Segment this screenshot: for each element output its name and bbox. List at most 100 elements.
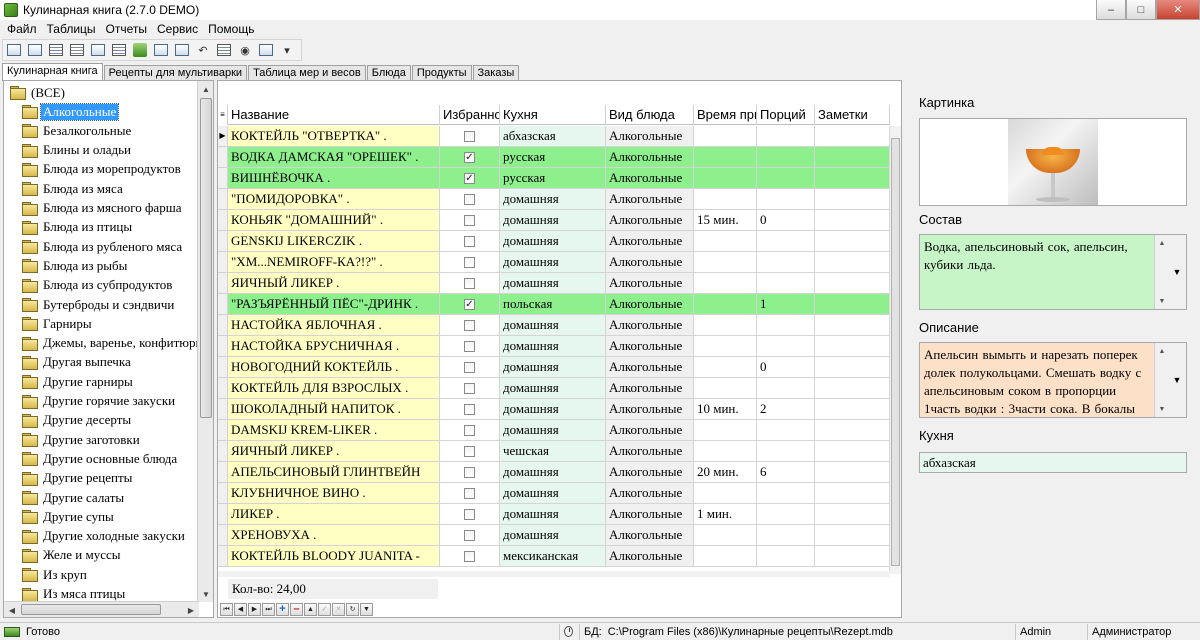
menu-service[interactable]: Сервис: [152, 22, 203, 36]
table-row[interactable]: "ПОМИДОРОВКА" . домашняя Алкогольные: [218, 189, 890, 210]
cell-portions[interactable]: [757, 546, 815, 566]
cell-time[interactable]: [694, 378, 757, 398]
favorite-checkbox[interactable]: [464, 424, 475, 436]
cell-favorite[interactable]: [440, 483, 500, 503]
favorite-checkbox[interactable]: [464, 487, 475, 499]
cell-time[interactable]: 1 мин.: [694, 504, 757, 524]
favorite-checkbox[interactable]: [464, 382, 475, 394]
cell-kitchen[interactable]: домашняя: [500, 357, 606, 377]
cell-favorite[interactable]: [440, 126, 500, 146]
scroll-down-icon[interactable]: ▼: [1155, 403, 1169, 415]
cell-dish-type[interactable]: Алкогольные: [606, 399, 694, 419]
cell-dish-type[interactable]: Алкогольные: [606, 273, 694, 293]
favorite-checkbox[interactable]: [464, 214, 475, 226]
cell-name[interactable]: АПЕЛЬСИНОВЫЙ ГЛИНТВЕЙН: [228, 462, 440, 482]
cell-favorite[interactable]: [440, 315, 500, 335]
favorite-checkbox[interactable]: [464, 193, 475, 205]
cell-dish-type[interactable]: Алкогольные: [606, 546, 694, 566]
favorite-checkbox[interactable]: [464, 550, 475, 562]
cell-portions[interactable]: [757, 420, 815, 440]
cell-portions[interactable]: 6: [757, 462, 815, 482]
cell-time[interactable]: [694, 231, 757, 251]
cell-portions[interactable]: [757, 126, 815, 146]
cell-notes[interactable]: [815, 399, 890, 419]
cell-notes[interactable]: [815, 147, 890, 167]
cell-name[interactable]: НАСТОЙКА ЯБЛОЧНАЯ .: [228, 315, 440, 335]
cell-portions[interactable]: [757, 273, 815, 293]
tree-item[interactable]: Блюда из птицы: [22, 218, 134, 237]
cell-time[interactable]: [694, 273, 757, 293]
cell-name[interactable]: НОВОГОДНИЙ КОКТЕЙЛЬ .: [228, 357, 440, 377]
tree-item[interactable]: Другие салаты: [22, 488, 126, 507]
cell-kitchen[interactable]: домашняя: [500, 336, 606, 356]
cell-kitchen[interactable]: домашняя: [500, 420, 606, 440]
cell-dish-type[interactable]: Алкогольные: [606, 231, 694, 251]
tree-item[interactable]: Блюда из субпродуктов: [22, 276, 174, 295]
favorite-checkbox[interactable]: ✓: [464, 172, 475, 184]
tree-item[interactable]: Джемы, варенье, конфитюры: [22, 334, 206, 353]
tree-item[interactable]: Другие рецепты: [22, 469, 134, 488]
cell-portions[interactable]: [757, 441, 815, 461]
column-header-time[interactable]: Время приготовления: [694, 105, 757, 125]
cell-name[interactable]: ХРЕНОВУХА .: [228, 525, 440, 545]
cell-time[interactable]: [694, 147, 757, 167]
cell-kitchen[interactable]: домашняя: [500, 399, 606, 419]
tree-item[interactable]: Желе и муссы: [22, 546, 122, 565]
cell-name[interactable]: ЯИЧНЫЙ ЛИКЕР .: [228, 273, 440, 293]
cell-portions[interactable]: [757, 378, 815, 398]
tree-item[interactable]: Другие десерты: [22, 411, 133, 430]
table-row[interactable]: ▶ КОКТЕЙЛЬ "ОТВЕРТКА" . абхазская Алкогольн…: [218, 126, 890, 147]
cell-kitchen[interactable]: домашняя: [500, 252, 606, 272]
cell-time[interactable]: 10 мин.: [694, 399, 757, 419]
cell-notes[interactable]: [815, 189, 890, 209]
cell-time[interactable]: [694, 420, 757, 440]
tree-item[interactable]: Из круп: [22, 565, 89, 584]
column-header-portions[interactable]: Порций: [757, 105, 815, 125]
cell-name[interactable]: КОКТЕЙЛЬ "ОТВЕРТКА" .: [228, 126, 440, 146]
cell-favorite[interactable]: ✓: [440, 168, 500, 188]
cell-notes[interactable]: [815, 441, 890, 461]
cell-name[interactable]: "ХМ...NEMIROFF-КА?!?" .: [228, 252, 440, 272]
favorite-checkbox[interactable]: [464, 256, 475, 268]
binoculars-icon[interactable]: ◉: [236, 41, 254, 59]
undo-icon[interactable]: ↶: [194, 41, 212, 59]
favorite-checkbox[interactable]: [464, 277, 475, 289]
cell-portions[interactable]: [757, 147, 815, 167]
tree-item[interactable]: Блюда из мясного фарша: [22, 199, 183, 218]
cell-notes[interactable]: [815, 126, 890, 146]
favorite-checkbox[interactable]: [464, 319, 475, 331]
tab-orders[interactable]: Заказы: [472, 65, 520, 81]
table-row[interactable]: КОКТЕЙЛЬ ДЛЯ ВЗРОСЛЫХ . домашняя Алкогольн…: [218, 378, 890, 399]
tree-horizontal-scrollbar[interactable]: ◀ ▶: [4, 601, 199, 617]
tree-item[interactable]: Блюда из рыбы: [22, 256, 129, 275]
cell-kitchen[interactable]: русская: [500, 147, 606, 167]
cell-kitchen[interactable]: домашняя: [500, 378, 606, 398]
cell-favorite[interactable]: [440, 420, 500, 440]
cell-name[interactable]: КОНЬЯК "ДОМАШНИЙ" .: [228, 210, 440, 230]
filter-icon[interactable]: ▼: [360, 603, 373, 616]
cell-dish-type[interactable]: Алкогольные: [606, 483, 694, 503]
cell-name[interactable]: КОКТЕЙЛЬ ДЛЯ ВЗРОСЛЫХ .: [228, 378, 440, 398]
composition-memo[interactable]: Водка, апельсиновый сок, апельсин, кубик…: [919, 234, 1187, 310]
cell-time[interactable]: [694, 483, 757, 503]
table-row[interactable]: НАСТОЙКА БРУСНИЧНАЯ . домашняя Алкогольные: [218, 336, 890, 357]
scroll-thumb[interactable]: [891, 138, 900, 566]
table-row[interactable]: ЯИЧНЫЙ ЛИКЕР . домашняя Алкогольные: [218, 273, 890, 294]
scroll-up-icon[interactable]: ▲: [1155, 237, 1169, 249]
cell-dish-type[interactable]: Алкогольные: [606, 126, 694, 146]
post-record-icon[interactable]: ✓: [318, 603, 331, 616]
cell-time[interactable]: [694, 441, 757, 461]
cell-favorite[interactable]: [440, 231, 500, 251]
cell-dish-type[interactable]: Алкогольные: [606, 525, 694, 545]
book-icon[interactable]: [173, 41, 191, 59]
cell-kitchen[interactable]: русская: [500, 168, 606, 188]
cell-kitchen[interactable]: домашняя: [500, 483, 606, 503]
close-button[interactable]: ✕: [1156, 0, 1200, 20]
settings-icon[interactable]: [257, 41, 275, 59]
cell-dish-type[interactable]: Алкогольные: [606, 294, 694, 314]
cell-kitchen[interactable]: домашняя: [500, 231, 606, 251]
cell-time[interactable]: [694, 126, 757, 146]
cell-name[interactable]: ВОДКА ДАМСКАЯ "ОРЕШЕК" .: [228, 147, 440, 167]
table-row[interactable]: ШОКОЛАДНЫЙ НАПИТОК . домашняя Алкогольные 1…: [218, 399, 890, 420]
cell-favorite[interactable]: [440, 546, 500, 566]
